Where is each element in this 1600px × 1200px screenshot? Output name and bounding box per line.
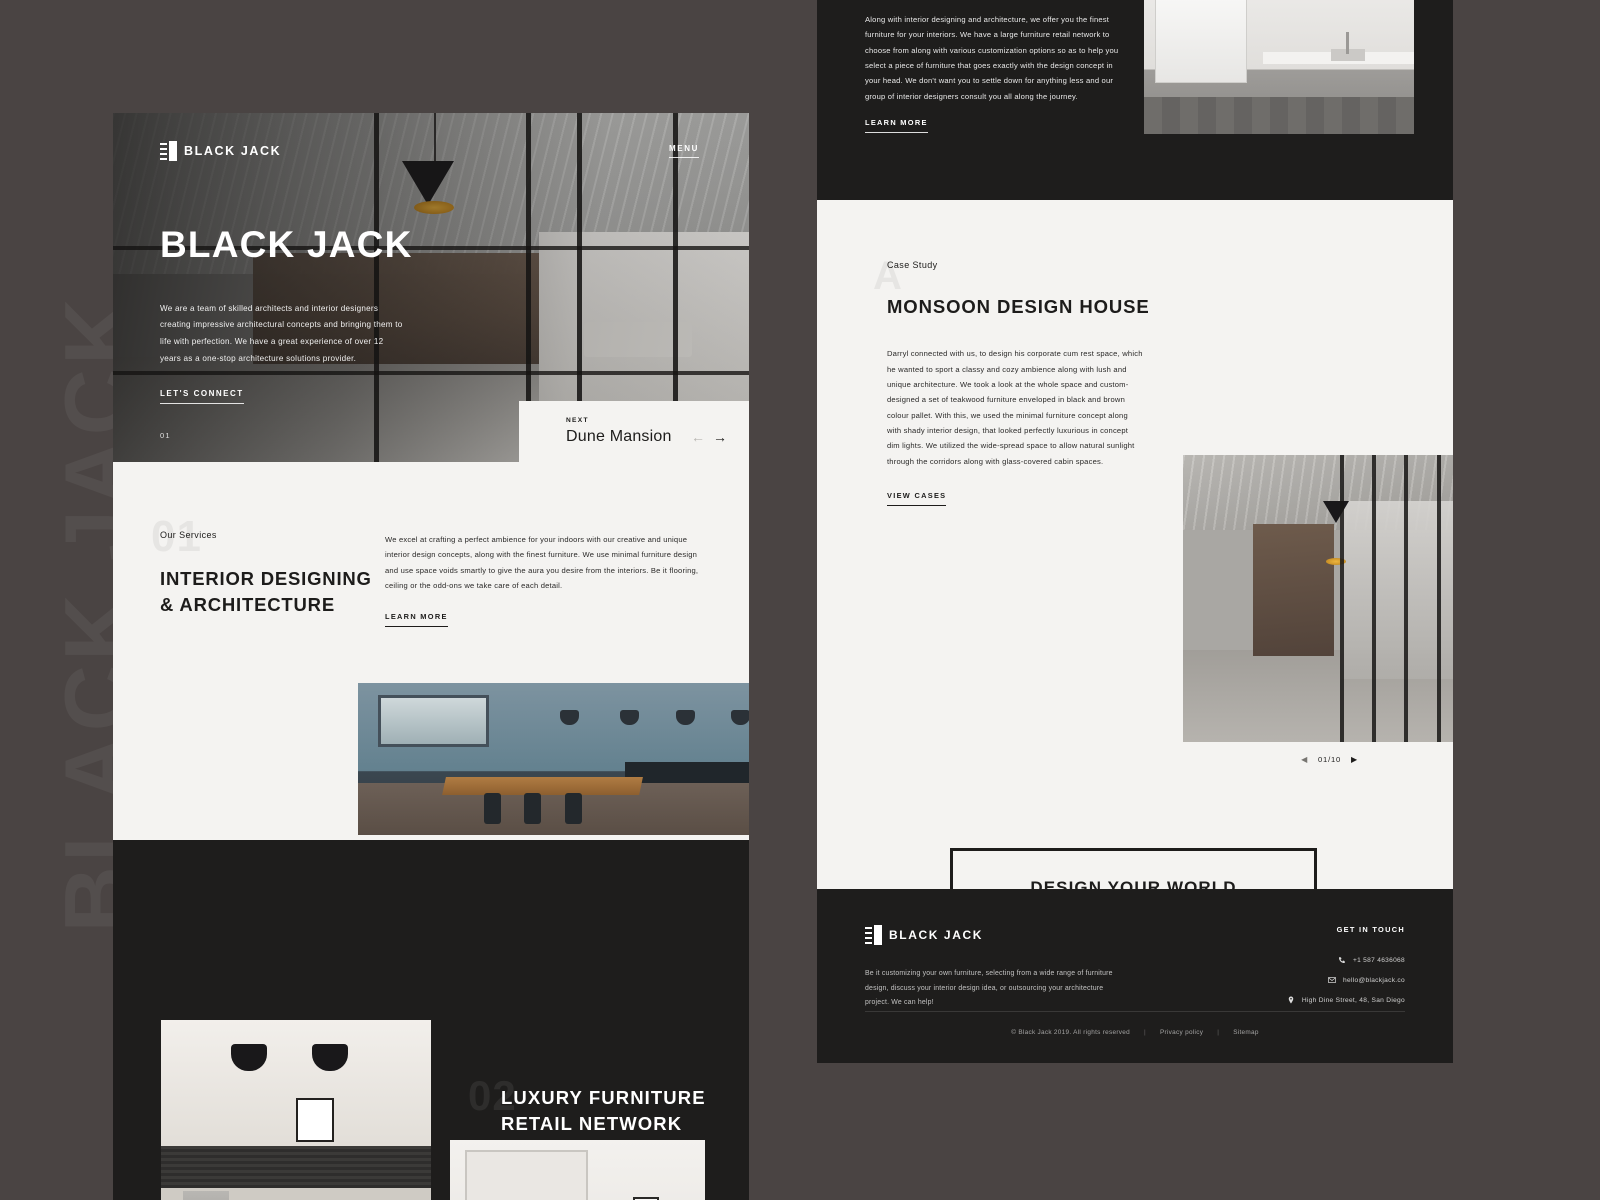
privacy-policy-link[interactable]: Privacy policy	[1160, 1029, 1203, 1036]
footer-logo[interactable]: BLACK JACK	[865, 925, 1125, 945]
contact-phone-value: +1 587 4636068	[1352, 957, 1405, 964]
furniture-section: 02 LUXURY FURNITURE RETAIL NETWORK	[113, 840, 749, 1200]
services-photo	[358, 683, 749, 835]
next-project-card[interactable]: NEXT Dune Mansion ← →	[519, 401, 749, 462]
case-study-eyebrow: Case Study	[887, 260, 938, 270]
case-study-copy: Darryl connected with us, to design his …	[887, 349, 1143, 466]
footer-description: Be it customizing your own furniture, se…	[865, 970, 1113, 1006]
brand-logo[interactable]: BLACK JACK	[160, 141, 281, 161]
services-learn-more-button[interactable]: LEARN MORE	[385, 612, 448, 628]
furniture-learn-more-button[interactable]: LEARN MORE	[865, 118, 928, 133]
brand-name: BLACK JACK	[184, 144, 282, 158]
services-number: 01	[151, 512, 202, 561]
building-logo-icon	[160, 141, 177, 161]
contact-address[interactable]: High Dine Street, 48, San Diego	[1287, 996, 1405, 1006]
case-study-text: A Case Study MONSOON DESIGN HOUSE Darryl…	[865, 254, 1165, 506]
phone-icon	[1338, 957, 1345, 963]
case-study-pagination: ◀ 01/10 ▶	[1301, 755, 1358, 764]
copyright-text: © Black Jack 2019. All rights reserved	[1011, 1029, 1130, 1036]
services-heading: INTERIOR DESIGNING & ARCHITECTURE	[160, 568, 372, 616]
site-footer: BLACK JACK Be it customizing your own fu…	[817, 889, 1453, 1063]
footer-bottom-bar: © Black Jack 2019. All rights reserved |…	[817, 1029, 1453, 1036]
contact-email-value: hello@blackjack.co	[1343, 977, 1405, 985]
next-project-arrows: ← →	[691, 430, 727, 444]
case-study-heading: MONSOON DESIGN HOUSE	[887, 296, 1150, 317]
hero-slide-index: 01	[160, 431, 171, 440]
get-in-touch-title: GET IN TOUCH	[1336, 925, 1405, 934]
contact-address-value: High Dine Street, 48, San Diego	[1301, 997, 1405, 1005]
right-page: Along with interior designing and archit…	[817, 0, 1453, 1063]
footer-separator-2: |	[1217, 1029, 1220, 1036]
footer-brand-name: BLACK JACK	[889, 928, 983, 942]
furniture-photo-secondary	[450, 1140, 705, 1200]
triangle-left-icon[interactable]: ◀	[1301, 755, 1308, 764]
arrow-left-icon[interactable]: ←	[691, 430, 705, 444]
services-copy: We excel at crafting a perfect ambience …	[385, 535, 699, 590]
footer-separator-1: |	[1144, 1029, 1146, 1036]
footer-divider	[865, 1011, 1405, 1012]
arrow-right-icon[interactable]: →	[713, 430, 727, 444]
location-pin-icon	[1288, 996, 1294, 1004]
furniture-heading: LUXURY FURNITURE RETAIL NETWORK	[501, 1087, 706, 1135]
lets-connect-button[interactable]: LET'S CONNECT	[160, 389, 244, 405]
furniture-copy: Along with interior designing and archit…	[865, 15, 1119, 101]
furniture-kitchen-photo	[1144, 0, 1414, 134]
sitemap-link[interactable]: Sitemap	[1233, 1029, 1259, 1036]
menu-button[interactable]: MENU	[669, 144, 699, 158]
case-study-photo	[1183, 455, 1453, 742]
hero-navbar: BLACK JACK MENU	[160, 141, 699, 161]
services-section: 01 Our Services INTERIOR DESIGNING & ARC…	[113, 462, 749, 628]
triangle-right-icon[interactable]: ▶	[1351, 755, 1358, 764]
left-page: BLACK JACK MENU BLACK JACK We are a team…	[113, 113, 749, 1200]
furniture-photo-primary	[161, 1020, 431, 1200]
hero-section: BLACK JACK MENU BLACK JACK We are a team…	[113, 113, 749, 462]
view-cases-button[interactable]: VIEW CASES	[887, 491, 947, 506]
contact-email[interactable]: hello@blackjack.co	[1328, 976, 1405, 986]
building-logo-icon	[865, 925, 882, 945]
next-project-title: Dune Mansion	[566, 428, 672, 445]
hero-description: We are a team of skilled architects and …	[160, 303, 403, 363]
hero-title: BLACK JACK	[160, 224, 413, 265]
contact-phone[interactable]: +1 587 4636068	[1338, 956, 1405, 966]
next-label: NEXT	[566, 417, 589, 424]
mail-icon	[1328, 977, 1336, 984]
pagination-counter: 01/10	[1318, 755, 1342, 764]
case-study-section: A Case Study MONSOON DESIGN HOUSE Darryl…	[817, 200, 1453, 1023]
presentation-canvas: BLACK JACK BLACK JACK MENU BLACK JACK We…	[0, 0, 1600, 1200]
hero-content: BLACK JACK We are a team of skilled arch…	[160, 224, 460, 405]
